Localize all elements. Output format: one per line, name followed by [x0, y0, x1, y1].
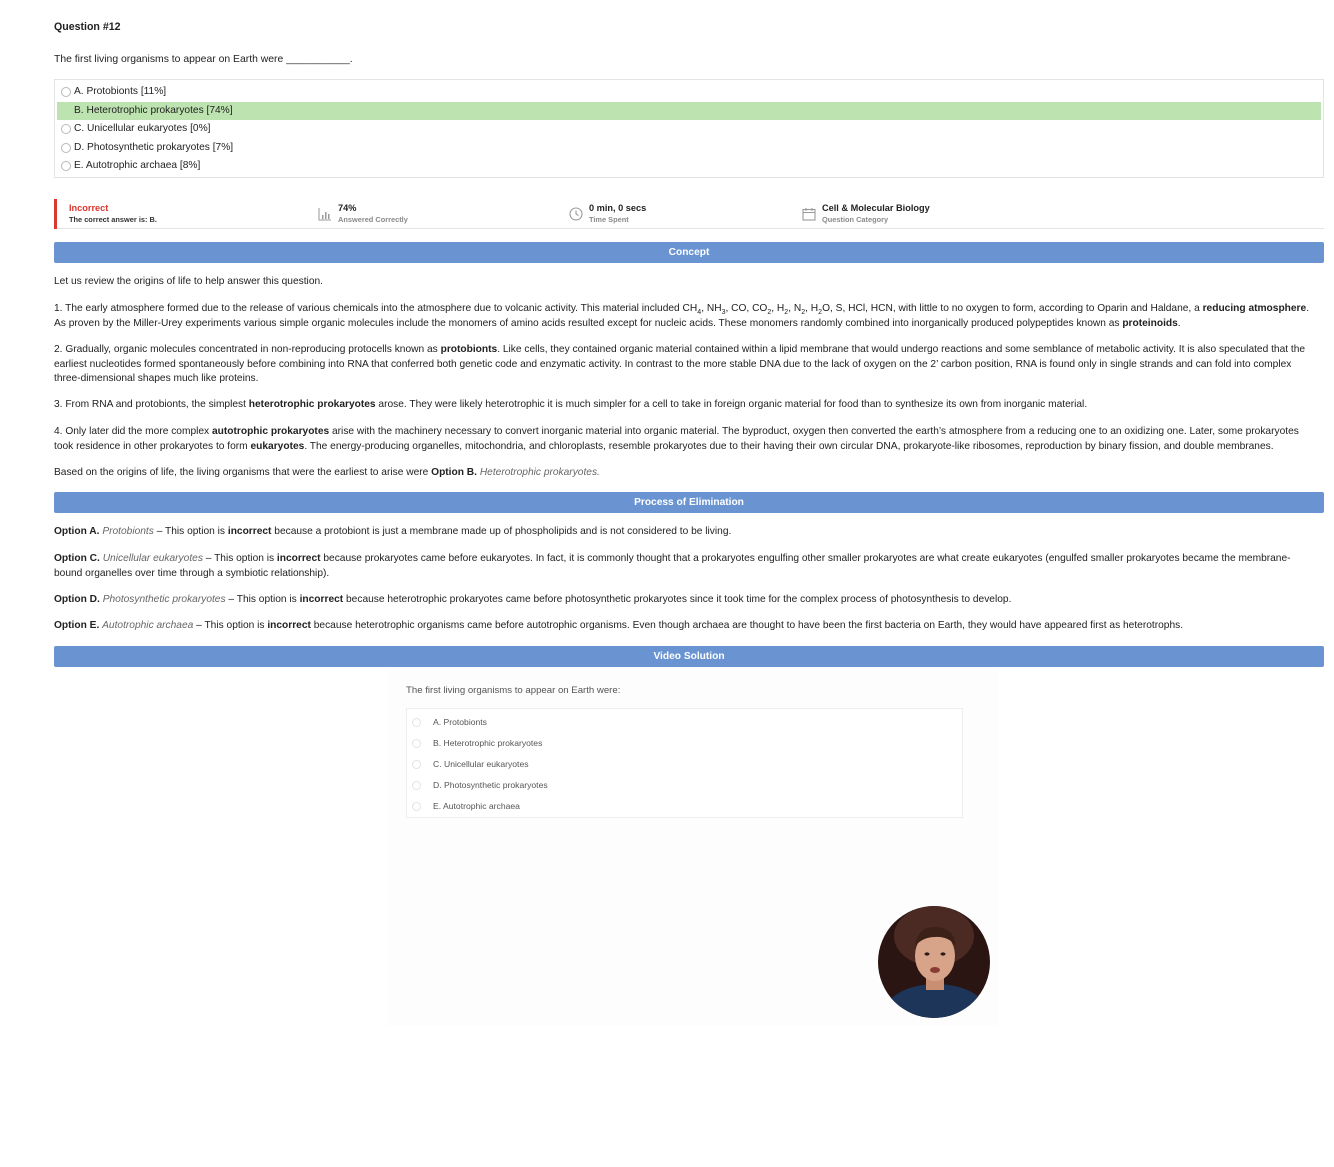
radio-icon[interactable] — [61, 87, 71, 98]
concept-intro: Let us review the origins of life to hel… — [54, 276, 323, 287]
concept-paragraph-3: 3. From RNA and protobionts, the simples… — [54, 399, 1088, 410]
correct-answer: The correct answer is: B. — [69, 215, 157, 224]
concept-header: Concept — [54, 242, 1324, 263]
concept-paragraph-2: 2. Gradually, organic molecules concentr… — [54, 344, 1306, 385]
video-question-text: The first living organisms to appear on … — [406, 685, 621, 696]
video-solution-header: Video Solution — [54, 646, 1324, 667]
option-b[interactable]: B. Heterotrophic prokaryotes [74%] — [57, 101, 1321, 120]
elimination-option-a: Option A. Protobionts – This option is i… — [54, 526, 732, 537]
radio-icon[interactable] — [61, 161, 71, 172]
result-stat: Incorrect The correct answer is: B. — [69, 202, 157, 225]
concept-paragraph-4: 4. Only later did the more complex autot… — [54, 426, 1299, 452]
option-a[interactable]: A. Protobionts [11%] — [57, 83, 1321, 102]
question-number: Question #12 — [54, 21, 121, 33]
radio-icon — [412, 738, 421, 748]
page: Question #12 The first living organisms … — [0, 0, 1334, 1167]
elimination-option-c: Option C. Unicellular eukaryotes – This … — [54, 553, 1291, 579]
concept-paragraph-1: 1. The early atmosphere formed due to th… — [54, 303, 1310, 329]
result-status: Incorrect — [69, 203, 109, 213]
category-stat: Cell & Molecular Biology Question Catego… — [802, 202, 930, 225]
radio-icon[interactable] — [61, 142, 71, 153]
option-d[interactable]: D. Photosynthetic prokaryotes [7%] — [57, 139, 1321, 158]
radio-icon[interactable] — [61, 124, 71, 135]
bar-chart-icon — [318, 208, 331, 221]
category-label: Question Category — [822, 215, 889, 224]
presenter-avatar-image — [878, 906, 990, 1018]
radio-icon — [412, 717, 421, 727]
radio-icon[interactable] — [61, 106, 71, 116]
video-option-c: C. Unicellular eukaryotes — [412, 757, 529, 772]
video-option-e: E. Autotrophic archaea — [412, 799, 520, 814]
time-value: 0 min, 0 secs — [589, 203, 647, 213]
video-option-d: D. Photosynthetic prokaryotes — [412, 778, 548, 793]
option-c[interactable]: C. Unicellular eukaryotes [0%] — [57, 120, 1321, 139]
elimination-header: Process of Elimination — [54, 492, 1324, 513]
concept-conclusion: Based on the origins of life, the living… — [54, 467, 600, 478]
video-option-a: A. Protobionts — [412, 715, 487, 730]
percent-value: 74% — [338, 203, 357, 213]
radio-icon — [412, 759, 421, 769]
result-stats: Incorrect The correct answer is: B. 74% … — [54, 199, 1324, 229]
question-text: The first living organisms to appear on … — [54, 54, 353, 65]
video-options: A. Protobionts B. Heterotrophic prokaryo… — [406, 708, 963, 818]
radio-icon — [412, 801, 421, 811]
video-option-b: B. Heterotrophic prokaryotes — [412, 736, 542, 751]
percent-stat: 74% Answered Correctly — [318, 202, 408, 225]
category-value: Cell & Molecular Biology — [822, 203, 930, 213]
time-label: Time Spent — [589, 215, 629, 224]
elimination-option-d: Option D. Photosynthetic prokaryotes – T… — [54, 594, 1012, 605]
incorrect-indicator — [54, 199, 57, 229]
calendar-icon — [802, 208, 816, 221]
time-stat: 0 min, 0 secs Time Spent — [569, 202, 646, 225]
radio-icon — [412, 780, 421, 790]
video-player[interactable]: The first living organisms to appear on … — [388, 671, 998, 1026]
percent-label: Answered Correctly — [338, 215, 408, 224]
presenter-avatar — [878, 906, 990, 1018]
answer-options: A. Protobionts [11%] B. Heterotrophic pr… — [54, 79, 1324, 178]
elimination-option-e: Option E. Autotrophic archaea – This opt… — [54, 620, 1184, 631]
clock-icon — [569, 207, 583, 221]
option-e[interactable]: E. Autotrophic archaea [8%] — [57, 157, 1321, 176]
